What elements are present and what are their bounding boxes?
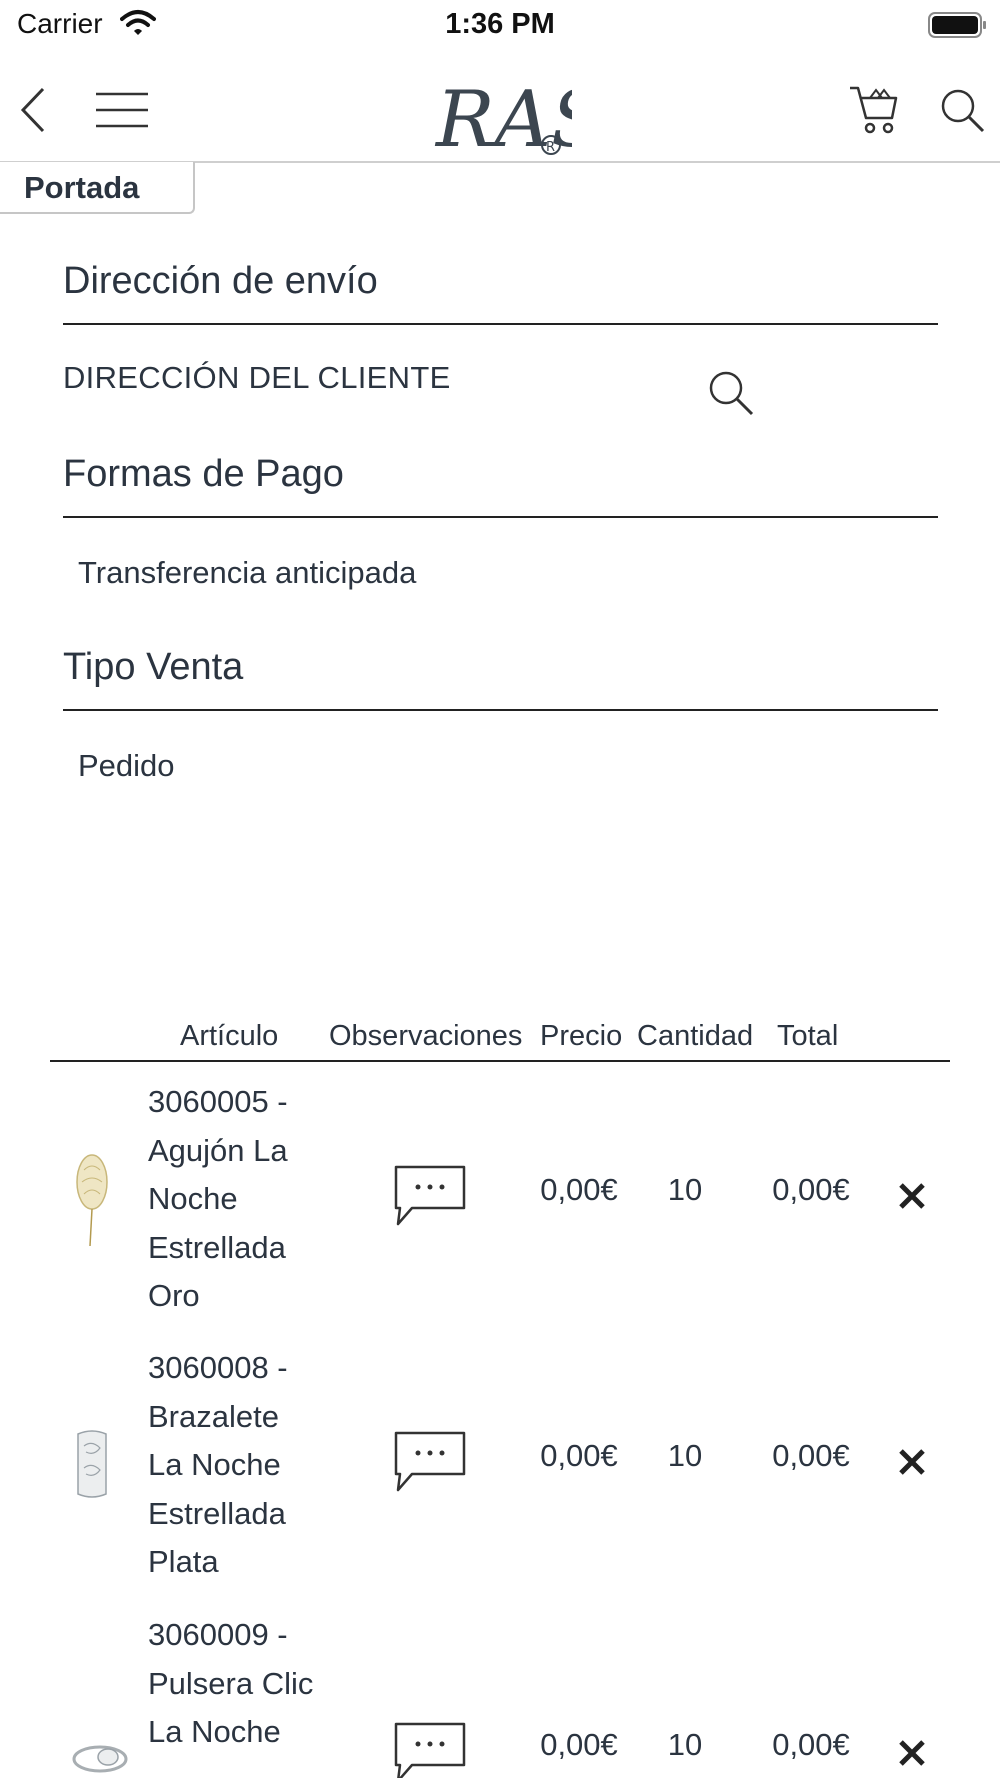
column-header-quantity: Cantidad xyxy=(637,1020,754,1052)
address-search-icon[interactable] xyxy=(708,370,756,423)
price-value: 0,00€ xyxy=(540,1727,618,1762)
payment-method-value[interactable]: Transferencia anticipada xyxy=(78,555,416,591)
breadcrumb-tab[interactable]: Portada xyxy=(0,162,195,214)
shipping-section-title: Dirección de envío xyxy=(63,260,938,325)
cart-icon[interactable] xyxy=(848,84,900,141)
column-header-price: Precio xyxy=(540,1020,623,1052)
menu-icon[interactable] xyxy=(96,92,148,133)
column-header-observations: Observaciones xyxy=(329,1020,523,1052)
delete-icon[interactable] xyxy=(898,1739,926,1772)
payment-section-title: Formas de Pago xyxy=(63,453,938,518)
status-bar: Carrier 1:36 PM xyxy=(0,0,1000,50)
table-header: Artículo Observaciones Precio Cantidad T… xyxy=(50,1020,950,1062)
article-name: 3060005 - Agujón La Noche Estrellada Oro xyxy=(148,1084,288,1313)
column-header-total: Total xyxy=(777,1020,839,1052)
observations-icon[interactable] xyxy=(392,1164,468,1233)
table-row: 3060008 - Brazalete La Noche Estrellada … xyxy=(50,1344,950,1579)
bracelet-silver-thumb xyxy=(70,1733,130,1778)
column-header-article: Artículo xyxy=(180,1020,279,1052)
battery-icon xyxy=(928,11,988,44)
sale-type-value[interactable]: Pedido xyxy=(78,748,175,784)
total-value: 0,00€ xyxy=(772,1172,850,1207)
svg-text:R: R xyxy=(546,140,555,155)
sale-type-section-title: Tipo Venta xyxy=(63,646,938,711)
breadcrumb-label: Portada xyxy=(24,170,140,205)
quantity-value[interactable]: 10 xyxy=(645,1727,725,1763)
article-name: 3060008 - Brazalete La Noche Estrellada … xyxy=(148,1350,288,1579)
total-value: 0,00€ xyxy=(772,1438,850,1473)
cuff-silver-thumb xyxy=(70,1428,114,1507)
total-value: 0,00€ xyxy=(772,1727,850,1762)
observations-icon[interactable] xyxy=(392,1430,468,1499)
delete-icon[interactable] xyxy=(898,1448,926,1481)
table-row: 3060005 - Agujón La Noche Estrellada Oro… xyxy=(50,1078,950,1313)
shipping-address-value[interactable]: DIRECCIÓN DEL CLIENTE xyxy=(63,360,451,396)
price-value: 0,00€ xyxy=(540,1172,618,1207)
delete-icon[interactable] xyxy=(898,1182,926,1215)
quantity-value[interactable]: 10 xyxy=(645,1172,725,1208)
observations-icon[interactable] xyxy=(392,1721,468,1778)
table-row: 3060009 - Pulsera Clic La Noche 0,00€ 10… xyxy=(50,1611,950,1778)
price-value: 0,00€ xyxy=(540,1438,618,1473)
quantity-value[interactable]: 10 xyxy=(645,1438,725,1474)
search-icon[interactable] xyxy=(940,88,986,139)
nav-bar: RAS R xyxy=(0,60,1000,165)
brand-logo[interactable]: RAS R xyxy=(432,68,605,165)
status-time: 1:36 PM xyxy=(445,8,555,40)
article-name: 3060009 - Pulsera Clic La Noche xyxy=(148,1617,314,1749)
hairpin-gold-thumb xyxy=(70,1152,114,1253)
back-icon[interactable] xyxy=(18,86,48,139)
